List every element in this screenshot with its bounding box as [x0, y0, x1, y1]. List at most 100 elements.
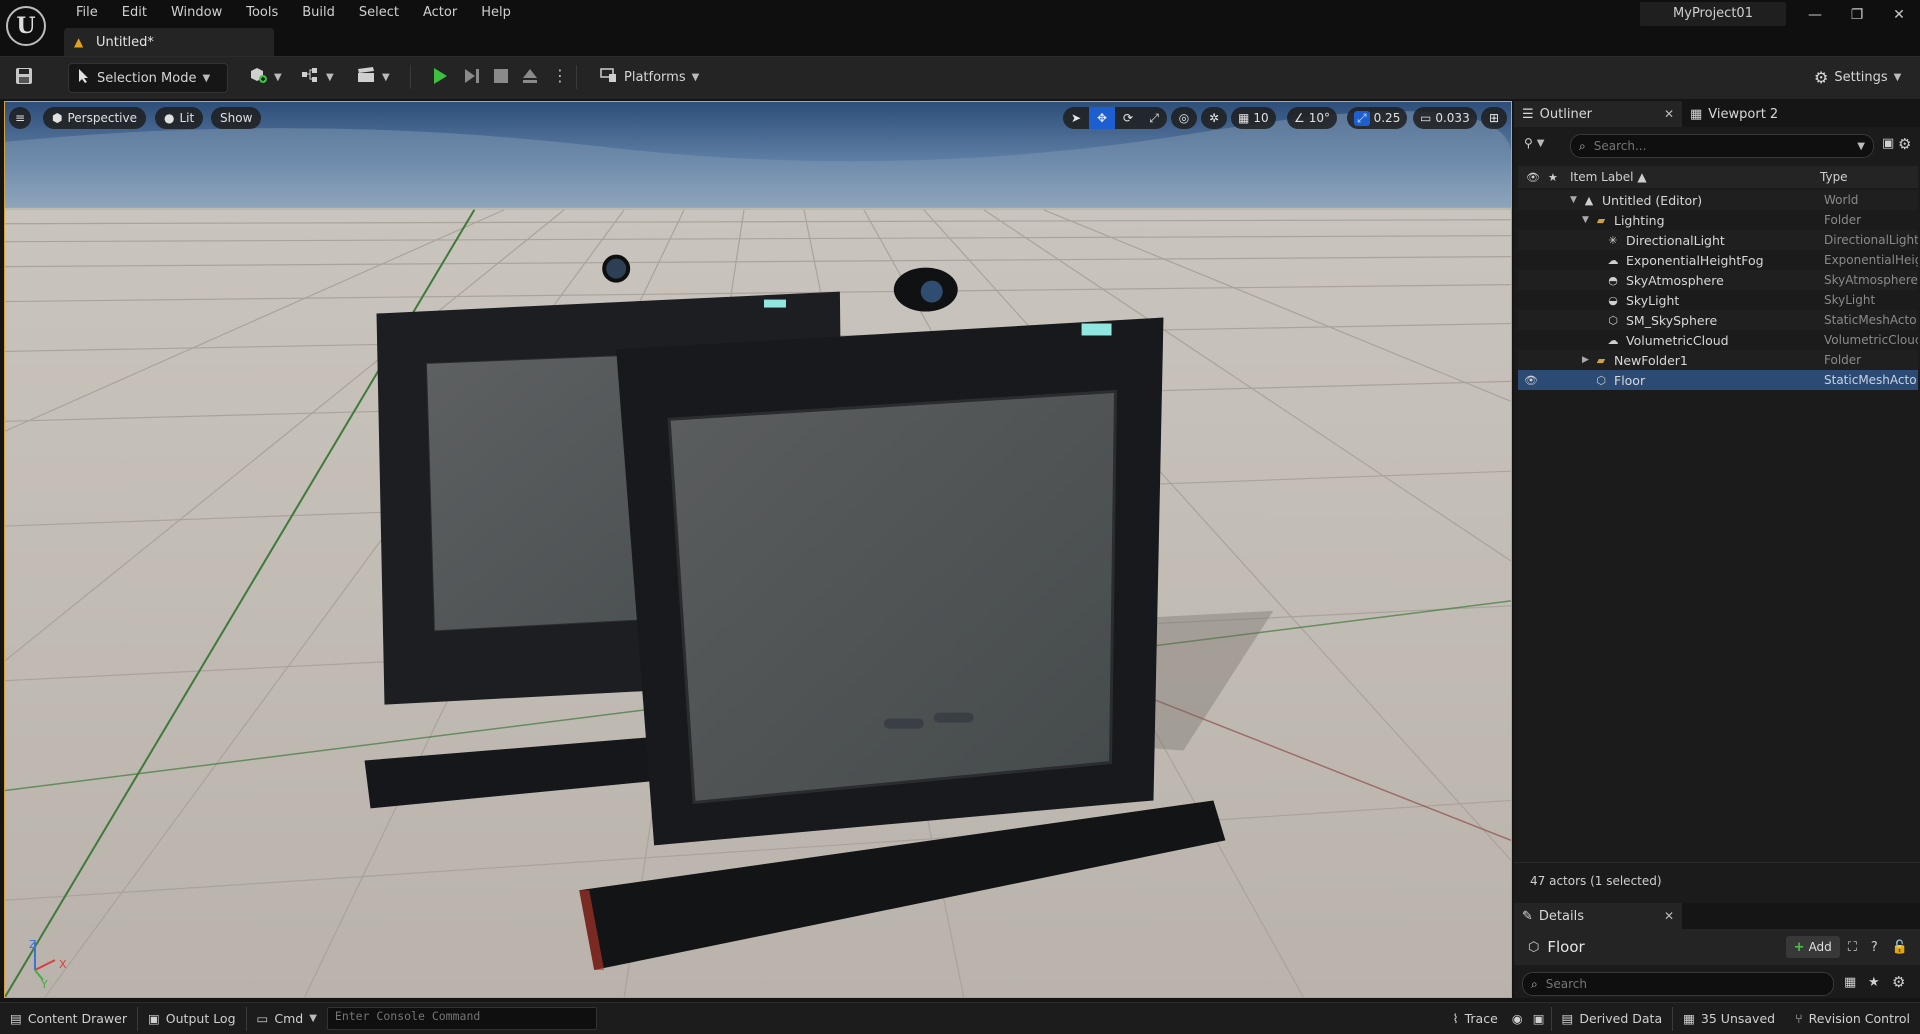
- menu-help[interactable]: Help: [469, 2, 523, 24]
- level-viewport[interactable]: ≡ ⬢ Perspective ● Lit Show ➤ ✥ ⟳ ⤢ ◎ ✲ ▦…: [4, 101, 1512, 998]
- scale-snap-button[interactable]: ⤢ 0.25: [1347, 107, 1408, 129]
- more-options-icon[interactable]: ⋮: [552, 66, 568, 86]
- axis-z-label: Z: [29, 938, 37, 951]
- camera-speed-button[interactable]: ▭ 0.033: [1413, 107, 1477, 129]
- visibility-column-icon[interactable]: 👁: [1526, 171, 1540, 184]
- add-folder-icon[interactable]: ▣: [1882, 136, 1894, 151]
- chevron-down-icon[interactable]: ▼: [1857, 141, 1865, 152]
- outliner-row[interactable]: 👁 ⬡ Floor StaticMeshActo: [1518, 370, 1918, 390]
- rotate-tool-icon[interactable]: ⟳: [1115, 107, 1141, 129]
- record-icon[interactable]: ◉: [1508, 1003, 1527, 1034]
- visibility-eye-icon[interactable]: 👁: [1524, 374, 1538, 387]
- details-search[interactable]: ⌕: [1522, 972, 1834, 996]
- menu-select[interactable]: Select: [347, 2, 411, 24]
- document-tab[interactable]: ▲ Untitled*: [64, 28, 274, 56]
- tab-details[interactable]: ✎ Details ✕: [1514, 903, 1682, 929]
- eject-icon[interactable]: [520, 66, 540, 90]
- column-type[interactable]: Type: [1820, 170, 1848, 184]
- selection-mode-dropdown[interactable]: Selection Mode ▼: [68, 63, 228, 93]
- trace-button[interactable]: ⌇ Trace: [1443, 1003, 1508, 1034]
- pin-column-icon[interactable]: ★: [1548, 171, 1558, 184]
- outliner-search-input[interactable]: [1591, 138, 1836, 154]
- blueprint-icon[interactable]: ⛶: [1848, 940, 1857, 955]
- add-component-button[interactable]: + Add: [1785, 936, 1840, 958]
- outliner-search[interactable]: ⌕ ▼: [1570, 134, 1874, 158]
- outliner-row[interactable]: ▼ ▲ Untitled (Editor) World: [1518, 190, 1918, 210]
- toolbar-divider: [410, 65, 411, 89]
- stop-icon[interactable]: [492, 67, 510, 89]
- restore-icon[interactable]: ❐: [1836, 0, 1878, 30]
- content-drawer-label: Content Drawer: [27, 1011, 127, 1026]
- close-icon[interactable]: ✕: [1878, 0, 1920, 30]
- console-command-field[interactable]: [326, 1007, 597, 1030]
- content-drawer-button[interactable]: ▤ Content Drawer: [0, 1003, 137, 1034]
- outliner-row[interactable]: ◓ SkyAtmosphere SkyAtmosphere: [1518, 270, 1918, 290]
- rotate-snap-button[interactable]: ∠ 10°: [1287, 107, 1338, 129]
- show-button[interactable]: Show: [211, 107, 262, 129]
- add-content-button[interactable]: ▼: [240, 63, 290, 91]
- translate-tool-icon[interactable]: ✥: [1089, 107, 1115, 129]
- menu-file[interactable]: File: [64, 2, 110, 24]
- console-input[interactable]: [327, 1008, 592, 1024]
- derived-data-button[interactable]: ▤ Derived Data: [1552, 1003, 1673, 1034]
- menu-actor[interactable]: Actor: [411, 2, 469, 24]
- close-icon[interactable]: ✕: [1664, 909, 1674, 923]
- column-item-label[interactable]: Item Label ▲: [1570, 170, 1647, 184]
- row-type: SkyAtmosphere: [1824, 273, 1918, 287]
- step-icon[interactable]: [462, 66, 482, 90]
- expand-arrow-icon[interactable]: ▼: [1582, 215, 1594, 225]
- save-icon[interactable]: [14, 66, 36, 88]
- screenshot-icon[interactable]: ▣: [1527, 1003, 1551, 1034]
- viewport-layout-icon[interactable]: ⊞: [1481, 107, 1507, 129]
- gear-icon[interactable]: ⚙: [1892, 973, 1905, 991]
- close-icon[interactable]: ✕: [1664, 107, 1674, 121]
- outliner-row[interactable]: ◒ SkyLight SkyLight: [1518, 290, 1918, 310]
- expand-arrow-icon[interactable]: ▶: [1582, 355, 1594, 365]
- favorites-star-icon[interactable]: ★: [1868, 975, 1880, 990]
- cmd-dropdown[interactable]: ▭ Cmd ▼: [247, 1003, 327, 1034]
- menu-tools[interactable]: Tools: [234, 2, 290, 24]
- details-search-input[interactable]: [1543, 976, 1808, 992]
- output-log-button[interactable]: ▣ Output Log: [138, 1003, 246, 1034]
- help-icon[interactable]: ?: [1871, 940, 1878, 955]
- lit-button[interactable]: ● Lit: [155, 107, 204, 129]
- platforms-dropdown[interactable]: Platforms ▼: [592, 63, 707, 91]
- cinematics-button[interactable]: ▼: [348, 63, 398, 91]
- outliner-filter-button[interactable]: ⚲ ▼: [1524, 136, 1545, 150]
- outliner-row[interactable]: ▼ ▰ Lighting Folder: [1518, 210, 1918, 230]
- row-type: StaticMeshActo: [1824, 373, 1917, 387]
- chevron-down-icon: ▼: [1536, 137, 1545, 149]
- table-view-icon[interactable]: ▦: [1844, 975, 1856, 990]
- outliner-row[interactable]: ▶ ▰ NewFolder1 Folder: [1518, 350, 1918, 370]
- viewport-options-button[interactable]: ≡: [9, 107, 31, 129]
- chevron-down-icon: ▼: [1893, 71, 1902, 83]
- menu-bar: File Edit Window Tools Build Select Acto…: [64, 2, 523, 24]
- outliner-row[interactable]: ☁ VolumetricCloud VolumetricClouc: [1518, 330, 1919, 350]
- outliner-row[interactable]: ✳ DirectionalLight DirectionalLight: [1518, 230, 1918, 250]
- revision-control-button[interactable]: ⑂ Revision Control: [1785, 1003, 1920, 1034]
- world-space-icon[interactable]: ◎: [1171, 107, 1197, 129]
- scale-tool-icon[interactable]: ⤢: [1141, 107, 1167, 129]
- select-tool-icon[interactable]: ➤: [1063, 107, 1089, 129]
- play-icon[interactable]: [430, 66, 450, 90]
- perspective-button[interactable]: ⬢ Perspective: [43, 107, 146, 129]
- settings-dropdown[interactable]: ⚙ Settings ▼: [1806, 63, 1909, 91]
- surface-snap-icon[interactable]: ✲: [1201, 107, 1227, 129]
- tab-outliner[interactable]: ☰ Outliner ✕: [1514, 101, 1682, 127]
- viewport-scene[interactable]: [5, 102, 1511, 997]
- menu-edit[interactable]: Edit: [110, 2, 159, 24]
- outliner-row[interactable]: ⬡ SM_SkySphere StaticMeshActo: [1518, 310, 1918, 330]
- minimize-icon[interactable]: —: [1794, 0, 1836, 30]
- lock-icon[interactable]: 🔓: [1892, 940, 1908, 955]
- unsaved-button[interactable]: ▦ 35 Unsaved: [1673, 1003, 1785, 1034]
- grid-snap-button[interactable]: ▦ 10: [1231, 107, 1276, 129]
- outliner-row[interactable]: ☁ ExponentialHeightFog ExponentialHeig: [1518, 250, 1919, 270]
- menu-build[interactable]: Build: [290, 2, 347, 24]
- tab-viewport-2[interactable]: ▦ Viewport 2: [1682, 101, 1786, 127]
- menu-window[interactable]: Window: [159, 2, 234, 24]
- static-mesh-icon: ⬡: [1596, 373, 1606, 387]
- expand-arrow-icon[interactable]: ▼: [1570, 195, 1582, 205]
- gear-icon[interactable]: ⚙: [1898, 135, 1911, 153]
- unreal-logo-icon[interactable]: U: [6, 6, 46, 46]
- blueprint-button[interactable]: ▼: [292, 63, 342, 91]
